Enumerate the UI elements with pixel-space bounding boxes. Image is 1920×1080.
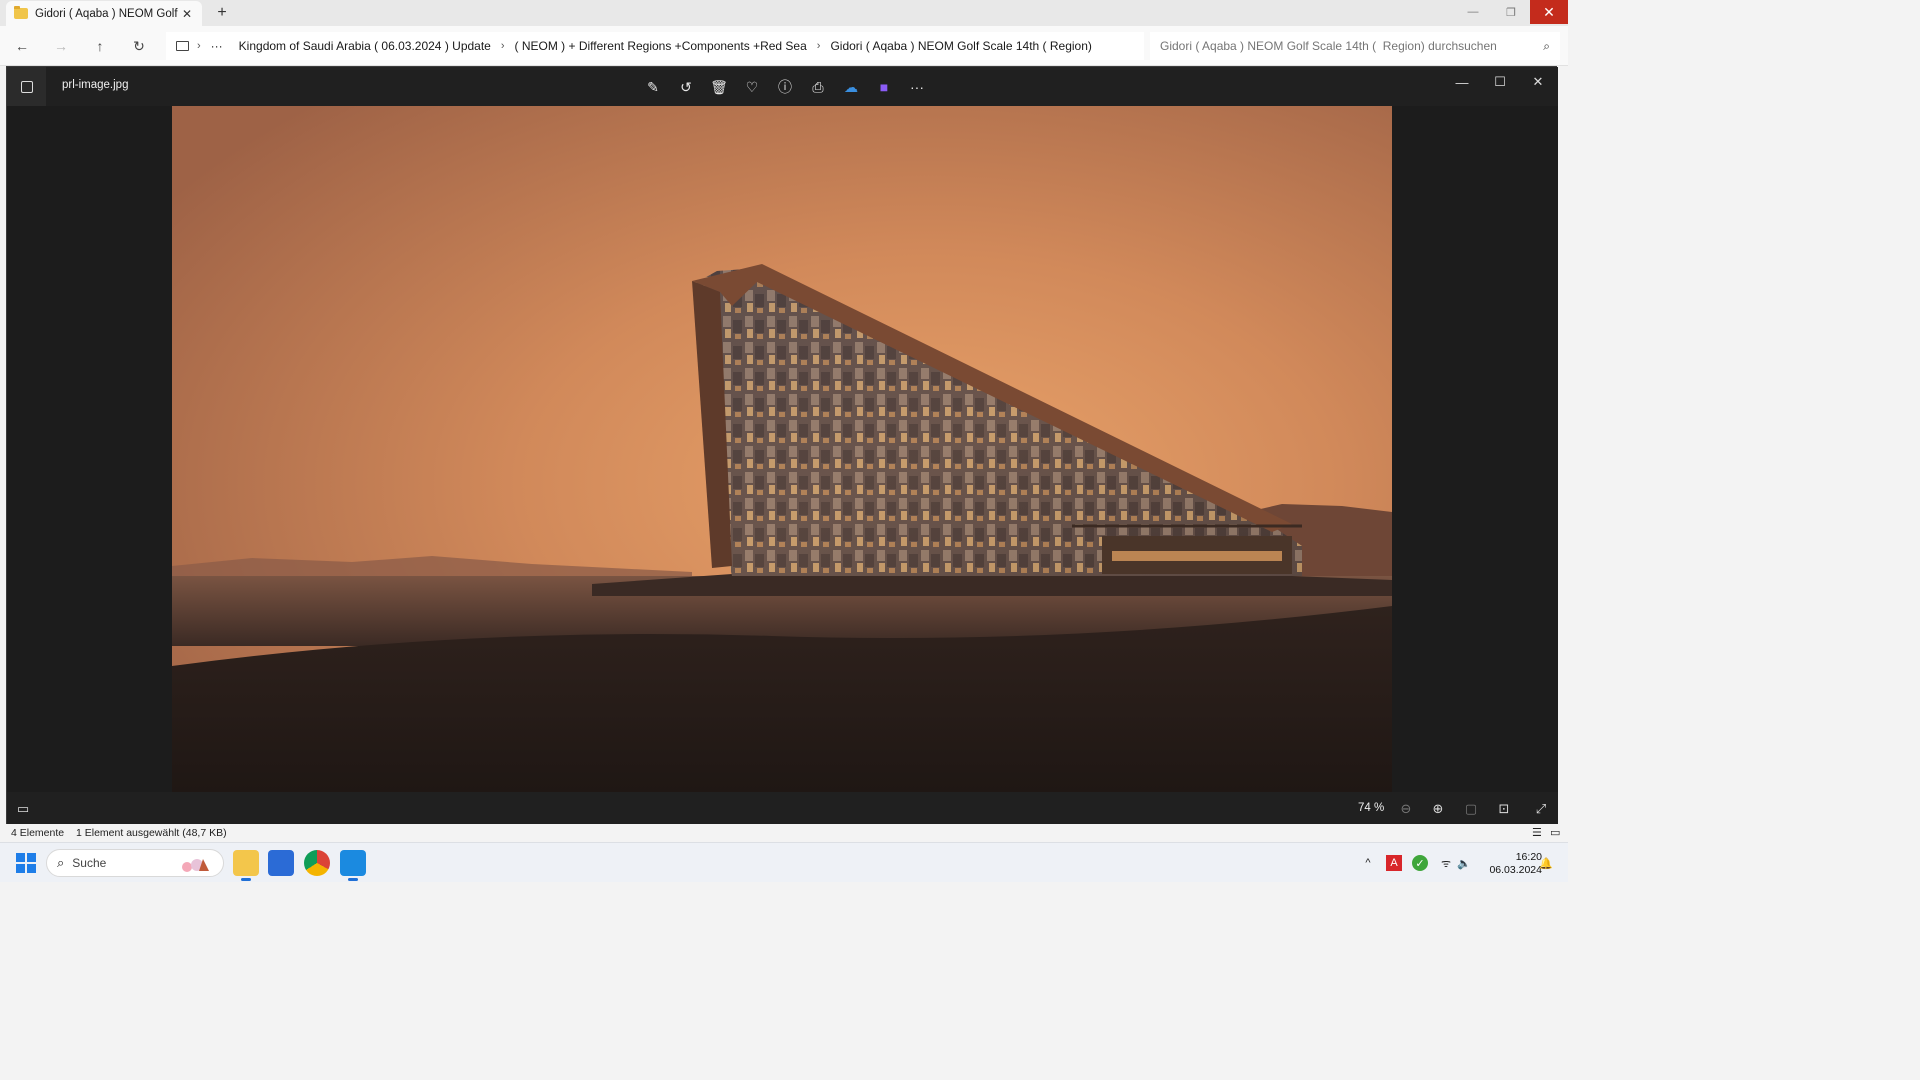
viewer-maximize-icon[interactable]: ☐ bbox=[1485, 71, 1515, 93]
taskbar-search-label: Suche bbox=[72, 856, 107, 870]
folder-search[interactable]: ⌕ bbox=[1150, 32, 1560, 60]
taskbar: ⌕ Suche ^ A ✓ ᯤ 🔈 16:20 06.03.2024 🔔 bbox=[0, 842, 1568, 882]
breadcrumb-item[interactable]: ( NEOM ) + Different Regions +Components… bbox=[507, 39, 815, 53]
displayed-photo[interactable] bbox=[172, 106, 1392, 792]
edit-image-icon[interactable]: ✎ bbox=[641, 75, 665, 99]
print-icon[interactable]: ⎙ bbox=[806, 75, 830, 99]
folder-icon bbox=[14, 6, 28, 19]
fit-to-window-icon[interactable]: ▢ bbox=[1461, 799, 1481, 819]
refresh-icon[interactable]: ↻ bbox=[129, 36, 149, 56]
info-icon[interactable]: ⓘ bbox=[773, 75, 797, 99]
viewer-bottom-bar: ▭ 74 % ⊖ ⊕ ▢ ⊡ ⤢ bbox=[7, 792, 1558, 825]
actual-size-icon[interactable]: ⊡ bbox=[1494, 799, 1514, 819]
photos-app-icon[interactable] bbox=[340, 850, 366, 881]
computer-icon[interactable] bbox=[176, 41, 189, 51]
address-bar: ← → ↑ ↻ › ··· Kingdom of Saudi Arabia ( … bbox=[0, 26, 1568, 66]
up-arrow-icon[interactable]: ↑ bbox=[90, 36, 110, 56]
favorite-heart-icon[interactable]: ♡ bbox=[740, 75, 764, 99]
search-icon[interactable]: ⌕ bbox=[1543, 39, 1550, 54]
zoom-level[interactable]: 74 % bbox=[1358, 802, 1384, 814]
microsoft-store-app-icon[interactable] bbox=[268, 850, 294, 876]
chrome-app-icon[interactable] bbox=[304, 850, 330, 876]
zoom-out-icon[interactable]: ⊖ bbox=[1396, 799, 1416, 819]
new-tab-button[interactable]: + bbox=[214, 4, 230, 22]
breadcrumb-item[interactable]: Kingdom of Saudi Arabia ( 06.03.2024 ) U… bbox=[231, 39, 499, 53]
delete-icon[interactable]: 🗑 bbox=[707, 75, 731, 99]
more-options-icon[interactable]: ··· bbox=[905, 75, 929, 99]
filmstrip-icon[interactable]: ▭ bbox=[13, 799, 33, 819]
file-explorer-app-icon[interactable] bbox=[233, 850, 259, 881]
forward-arrow-icon[interactable]: → bbox=[51, 36, 71, 56]
minimize-icon[interactable]: — bbox=[1454, 0, 1492, 24]
viewer-minimize-icon[interactable]: — bbox=[1447, 71, 1477, 93]
clock-date: 06.03.2024 bbox=[1489, 864, 1542, 876]
search-input[interactable] bbox=[1160, 39, 1544, 53]
search-icon: ⌕ bbox=[57, 855, 65, 870]
back-arrow-icon[interactable]: ← bbox=[12, 36, 32, 56]
clipchamp-icon[interactable]: ■ bbox=[872, 75, 896, 99]
cloud-icon[interactable]: ☁ bbox=[839, 75, 863, 99]
acrobat-tray-icon[interactable]: A bbox=[1386, 855, 1402, 871]
security-tray-icon[interactable]: ✓ bbox=[1412, 855, 1428, 871]
clock[interactable]: 16:20 06.03.2024 bbox=[1478, 851, 1542, 877]
chevron-right-icon[interactable]: › bbox=[195, 40, 203, 52]
clock-time: 16:20 bbox=[1515, 851, 1542, 863]
zoom-in-icon[interactable]: ⊕ bbox=[1428, 799, 1448, 819]
breadcrumb[interactable]: › ··· Kingdom of Saudi Arabia ( 06.03.20… bbox=[166, 32, 1144, 60]
close-tab-icon[interactable]: ✕ bbox=[180, 7, 194, 21]
tab-strip: Gidori ( Aqaba ) NEOM Golf Sc ✕ + — ❐ ✕ bbox=[0, 0, 1568, 26]
breadcrumb-overflow[interactable]: ··· bbox=[203, 39, 231, 53]
volume-icon[interactable]: 🔈 bbox=[1456, 855, 1472, 871]
item-count: 4 Elemente bbox=[11, 827, 65, 839]
photos-app-icon[interactable] bbox=[7, 67, 46, 106]
explorer-status-bar: 4 Elemente 1 Element ausgewählt (48,7 KB… bbox=[0, 824, 1568, 842]
viewer-toolbar: prl-image.jpg ✎ ↺ 🗑 ♡ ⓘ ⎙ ☁ ■ ··· — ☐ ✕ bbox=[7, 67, 1558, 106]
chevron-right-icon[interactable]: › bbox=[499, 40, 507, 52]
chevron-up-icon[interactable]: ^ bbox=[1360, 855, 1376, 871]
wifi-icon[interactable]: ᯤ bbox=[1438, 855, 1454, 871]
image-stage bbox=[7, 106, 1558, 792]
photo-viewer-window: prl-image.jpg ✎ ↺ 🗑 ♡ ⓘ ⎙ ☁ ■ ··· — ☐ ✕ bbox=[6, 66, 1558, 825]
notification-bell-icon[interactable]: 🔔 bbox=[1538, 855, 1554, 871]
restore-icon[interactable]: ❐ bbox=[1492, 0, 1530, 24]
rotate-icon[interactable]: ↺ bbox=[674, 75, 698, 99]
tab-title: Gidori ( Aqaba ) NEOM Golf Sc bbox=[35, 7, 180, 20]
viewer-close-icon[interactable]: ✕ bbox=[1523, 71, 1553, 93]
file-name: prl-image.jpg bbox=[62, 79, 129, 91]
search-highlight-icon bbox=[182, 859, 209, 872]
tiles-view-icon[interactable]: ▭ bbox=[1550, 826, 1560, 839]
chevron-right-icon[interactable]: › bbox=[815, 40, 823, 52]
full-screen-icon[interactable]: ⤢ bbox=[1531, 799, 1551, 819]
breadcrumb-item[interactable]: Gidori ( Aqaba ) NEOM Golf Scale 14th ( … bbox=[822, 39, 1099, 53]
taskbar-search[interactable]: ⌕ Suche bbox=[46, 849, 224, 877]
selection-info: 1 Element ausgewählt (48,7 KB) bbox=[76, 827, 227, 839]
close-window-icon[interactable]: ✕ bbox=[1530, 0, 1568, 24]
start-windows-icon[interactable] bbox=[16, 853, 36, 873]
tab-explorer[interactable]: Gidori ( Aqaba ) NEOM Golf Sc ✕ bbox=[6, 1, 202, 26]
details-view-icon[interactable]: ☰ bbox=[1532, 826, 1542, 839]
